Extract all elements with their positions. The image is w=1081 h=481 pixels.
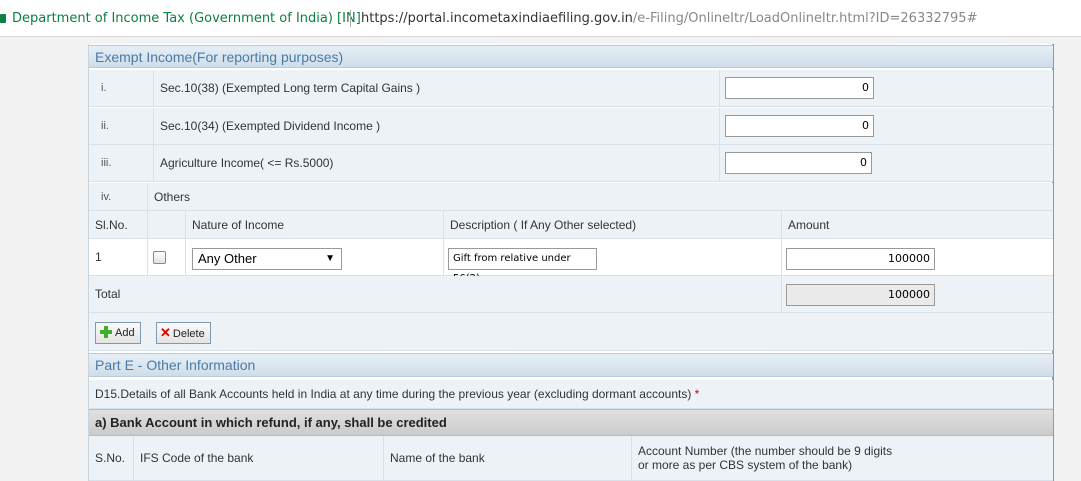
required-marker: * — [694, 387, 700, 401]
lock-icon — [0, 14, 6, 23]
url-host: https://portal.incometaxindiaefiling.gov… — [361, 11, 633, 26]
dropdown-arrow-icon: ▼ — [325, 253, 335, 264]
col-sno: S.No. — [95, 451, 126, 465]
total-amount-field: 100000 — [786, 284, 935, 306]
delete-label: Delete — [172, 328, 205, 340]
row-label: Sec.10(34) (Exempted Dividend Income ) — [153, 108, 719, 144]
row-actions: Add ✕ Delete — [89, 313, 1053, 351]
table-row: 1 Any Other ▼ Gift from relative under 5… — [89, 239, 1053, 284]
add-row-button[interactable]: Add — [95, 322, 141, 344]
amount-input[interactable]: 100000 — [786, 248, 935, 270]
col-slno: Sl.No. — [95, 217, 128, 232]
total-label: Total — [95, 287, 121, 301]
col-description: Description ( If Any Other selected) — [443, 211, 781, 238]
row-label: Sec.10(38) (Exempted Long term Capital G… — [153, 70, 719, 106]
plus-icon — [99, 325, 113, 339]
dividend-exempt-input[interactable]: 0 — [725, 115, 874, 137]
agriculture-income-input[interactable]: 0 — [725, 152, 872, 174]
add-label: Add — [115, 327, 135, 339]
others-label: Others — [147, 183, 190, 210]
delete-icon: ✕ — [160, 325, 171, 340]
d15-row: D15.Details of all Bank Accounts held in… — [89, 380, 1053, 409]
url-text[interactable]: https://portal.incometaxindiaefiling.gov… — [361, 0, 978, 36]
url-path: /e-Filing/OnlineItr/LoadOnlineItr.html?I… — [632, 11, 978, 26]
description-input[interactable]: Gift from relative under 56(2) — [448, 248, 597, 284]
row-label: Agriculture Income( <= Rs.5000) — [153, 145, 719, 181]
divider — [350, 10, 351, 27]
nature-of-income-select[interactable]: Any Other ▼ — [192, 248, 342, 270]
select-value: Any Other — [198, 251, 257, 266]
account-number-header-line-1: Account Number (the number should be 9 d… — [638, 444, 893, 458]
total-row: Total 100000 — [89, 276, 1053, 313]
col-ifsc: IFS Code of the bank — [133, 436, 383, 480]
part-e-header: Part E - Other Information — [89, 353, 1053, 377]
col-check — [147, 211, 185, 238]
row-number: i. — [101, 82, 107, 94]
col-account-number: Account Number (the number should be 9 d… — [631, 436, 1053, 480]
ltcg-exempt-input[interactable]: 0 — [725, 77, 874, 99]
row-number: ii. — [101, 120, 109, 132]
delete-row-button[interactable]: ✕ Delete — [156, 322, 211, 344]
others-row: iv. Others — [89, 183, 1053, 211]
bank-table-header: S.No. IFS Code of the bank Name of the b… — [89, 436, 1053, 481]
d15-label: D15.Details of all Bank Accounts held in… — [95, 387, 692, 401]
exempt-row-2: ii. Sec.10(34) (Exempted Dividend Income… — [89, 108, 1053, 145]
row-number: iv. — [101, 190, 112, 203]
d15-text: D15.Details of all Bank Accounts held in… — [89, 380, 699, 408]
row-number: iii. — [101, 157, 112, 169]
others-table-header: Sl.No. Nature of Income Description ( If… — [89, 211, 1053, 239]
site-identity[interactable]: Department of Income Tax (Government of … — [12, 0, 361, 36]
browser-address-bar[interactable]: Department of Income Tax (Government of … — [0, 0, 1081, 37]
row-slno: 1 — [95, 250, 102, 264]
exempt-income-header: Exempt Income(For reporting purposes) — [89, 45, 1053, 68]
exempt-row-1: i. Sec.10(38) (Exempted Long term Capita… — [89, 70, 1053, 107]
col-nature: Nature of Income — [185, 211, 443, 238]
form-page: Exempt Income(For reporting purposes) i.… — [88, 44, 1054, 481]
exempt-row-3: iii. Agriculture Income( <= Rs.5000) 0 — [89, 145, 1053, 182]
col-bank-name: Name of the bank — [383, 436, 631, 480]
account-number-header-line-2: or more as per CBS system of the bank) — [638, 458, 853, 472]
bank-account-section-title: a) Bank Account in which refund, if any,… — [89, 409, 1053, 436]
col-amount: Amount — [781, 211, 1053, 238]
row-select-checkbox[interactable] — [153, 251, 166, 264]
